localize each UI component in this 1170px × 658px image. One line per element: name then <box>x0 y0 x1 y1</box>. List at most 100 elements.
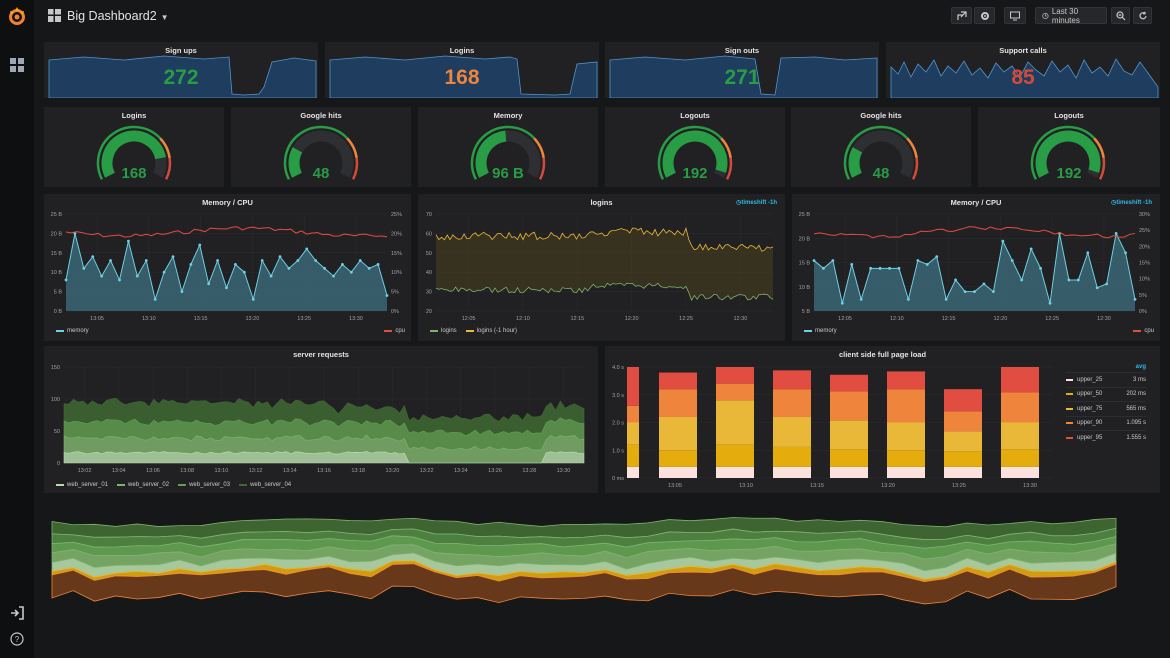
y-tick-label: 0 ms <box>612 476 624 482</box>
y-right-tick-label: 25% <box>391 212 402 218</box>
y-tick-label: 60 <box>426 231 432 237</box>
bar-segment-upper-75 <box>627 422 639 445</box>
settings-button[interactable] <box>974 7 995 24</box>
stat-panel-sign-outs[interactable]: Sign outs 271 <box>605 42 879 98</box>
legend-swatch <box>1066 407 1073 410</box>
graph-legend-right: cpu <box>384 328 405 334</box>
memory-point <box>278 255 282 259</box>
memory-point <box>367 266 371 270</box>
gauge-panel[interactable]: Logins 168 <box>44 107 224 187</box>
legend-item[interactable]: memory <box>56 328 89 334</box>
gauge-panel[interactable]: Memory 96 B <box>418 107 598 187</box>
legend-item[interactable]: web_server_02 <box>117 482 169 488</box>
legend-item[interactable]: cpu <box>1133 328 1154 334</box>
legend-item[interactable]: web_server_01 <box>56 482 108 488</box>
legend-value: 565 ms <box>1126 405 1146 412</box>
gauge-panel[interactable]: Google hits 48 <box>791 107 971 187</box>
bar-segment-upper-50 <box>1001 449 1039 467</box>
stat-panel-logins[interactable]: Logins 168 <box>325 42 599 98</box>
legend-row[interactable]: upper_90 1.095 s <box>1066 415 1146 431</box>
grafana-logo-icon[interactable] <box>7 6 27 26</box>
memory-point <box>944 297 948 301</box>
memory-point <box>1086 251 1090 255</box>
memory-point <box>1133 297 1137 301</box>
memory-point <box>64 278 68 282</box>
gauge-panel[interactable]: Logouts 192 <box>605 107 785 187</box>
memory-point <box>242 270 246 274</box>
graph-panel-logins[interactable]: logins ◷timeshift -1h 70 60 50 40 30 20 12:05 1… <box>418 194 785 341</box>
sign-in-icon[interactable] <box>10 606 24 620</box>
x-tick-label: 12:10 <box>890 316 904 322</box>
legend-item[interactable]: web_server_03 <box>178 482 230 488</box>
memory-point <box>127 239 130 243</box>
memory-point <box>376 263 380 266</box>
legend-row[interactable]: upper_95 1.555 s <box>1066 430 1146 445</box>
memory-point <box>260 259 264 262</box>
memory-point <box>305 247 309 251</box>
x-tick-label: 13:30 <box>1023 483 1037 489</box>
bar-segment-upper-50 <box>716 444 754 467</box>
x-tick-label: 13:22 <box>420 468 434 474</box>
legend-header: avg <box>1135 364 1146 370</box>
x-tick-label: 13:15 <box>810 483 824 489</box>
x-tick-label: 13:20 <box>386 468 400 474</box>
x-tick-label: 12:15 <box>570 316 584 322</box>
stat-panel-support-calls[interactable]: Support calls 85 <box>886 42 1160 98</box>
bar-segment-upper-75 <box>773 416 811 447</box>
bar-segment-upper-90 <box>773 389 811 417</box>
legend-item[interactable]: logins (-1 hour) <box>465 328 517 334</box>
x-tick-label: 13:10 <box>142 316 156 322</box>
memory-point <box>1039 266 1042 270</box>
zoom-out-button[interactable] <box>1111 7 1130 24</box>
legend-item[interactable]: web_server_04 <box>239 482 291 488</box>
bar-segment-upper-50 <box>944 451 982 467</box>
memory-point <box>1114 232 1118 235</box>
memory-point <box>385 294 389 297</box>
graph-panel-server-requests[interactable]: server requests 150 100 50 0 13:02 13:04 13:06… <box>44 346 598 493</box>
chevron-down-icon[interactable]: ▼ <box>161 13 169 22</box>
x-tick-label: 12:30 <box>1097 316 1111 322</box>
bar-segment-upper-50 <box>830 449 868 467</box>
memory-point <box>296 259 300 262</box>
x-tick-label: 13:06 <box>146 468 160 474</box>
memory-point <box>935 255 939 259</box>
x-tick-label: 13:20 <box>246 316 260 322</box>
dashboards-icon[interactable] <box>10 58 24 72</box>
gauge-panel[interactable]: Google hits 48 <box>231 107 411 187</box>
refresh-button[interactable] <box>1133 7 1152 24</box>
legend-item[interactable]: cpu <box>384 328 405 334</box>
legend-row[interactable]: upper_25 3 ms <box>1066 372 1146 387</box>
memory-point <box>897 266 901 270</box>
share-button[interactable] <box>951 7 972 24</box>
gauge-panel[interactable]: Logouts 192 <box>978 107 1160 187</box>
legend-row[interactable]: upper_75 565 ms <box>1066 401 1146 416</box>
memory-point <box>251 297 255 301</box>
y-right-tick-label: 20% <box>1139 244 1150 250</box>
settings-icon <box>980 11 989 20</box>
legend-item[interactable]: memory <box>804 328 837 334</box>
graph-panel-memory-cpu-timeshift[interactable]: Memory / CPU ◷timeshift -1h 25 B 20 B 15 B… <box>792 194 1160 341</box>
memory-point <box>234 263 237 266</box>
legend-item[interactable]: logins <box>430 328 457 334</box>
x-tick-label: 12:30 <box>734 316 748 322</box>
bar-segment-upper-25 <box>887 466 925 478</box>
x-tick-label: 13:24 <box>454 468 468 474</box>
help-icon[interactable]: ? <box>10 632 24 646</box>
memory-point <box>225 286 228 290</box>
tv-mode-button[interactable] <box>1004 7 1026 24</box>
time-picker-button[interactable]: Last 30 minutes <box>1035 7 1107 25</box>
cpu-line <box>813 226 1136 239</box>
memory-point <box>118 278 121 282</box>
gauge-value: 192 <box>682 165 708 182</box>
dashboard-title[interactable]: Big Dashboard2 ▼ <box>67 9 169 23</box>
stat-panel-sign-ups[interactable]: Sign ups 272 <box>44 42 318 98</box>
bar-segment-upper-75 <box>944 431 982 452</box>
legend-name: upper_25 <box>1077 376 1103 383</box>
y-right-tick-label: 0% <box>391 309 399 315</box>
y-tick-label: 0 B <box>54 309 63 315</box>
graph-legend: web_server_01 web_server_02 web_server_0… <box>56 482 291 488</box>
graph-panel-memory-cpu[interactable]: Memory / CPU 25 B 20 B 15 B 10 B5 B0 B 25% 20… <box>44 194 411 341</box>
x-tick-label: 13:25 <box>297 316 311 322</box>
legend-row[interactable]: upper_50 202 ms <box>1066 386 1146 402</box>
cpu-line <box>65 226 388 238</box>
